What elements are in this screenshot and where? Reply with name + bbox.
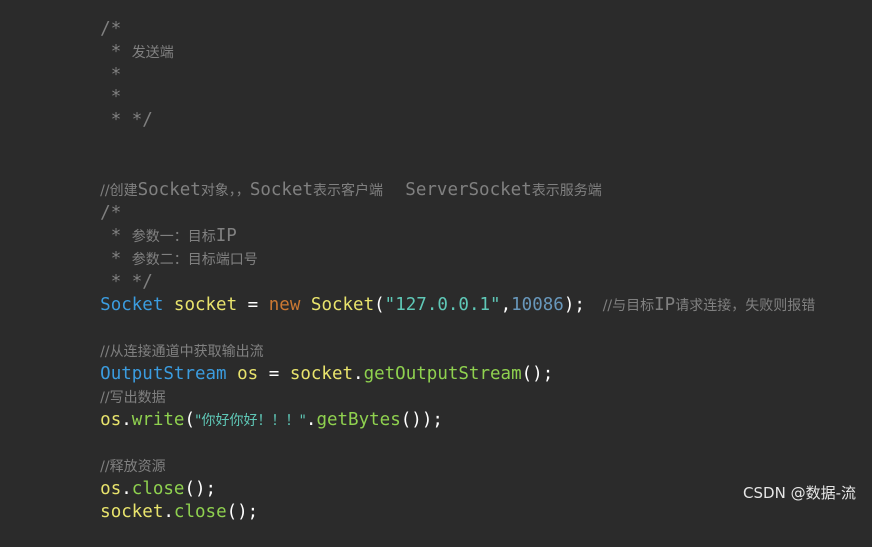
comment-token: Socket: [249, 180, 314, 200]
punctuation-token: (: [374, 295, 385, 315]
punctuation-token: (: [184, 410, 196, 430]
punctuation-token: .: [305, 410, 317, 430]
string-token: "你好你好！！！": [195, 413, 306, 429]
comment-token: IP: [654, 295, 676, 315]
variable-token: os: [100, 410, 122, 430]
code-line: //从连接通道中获取输出流: [58, 317, 263, 360]
variable-token: socket: [163, 295, 238, 315]
comment-token: 表示客户端: [313, 183, 406, 199]
constructor-token: Socket: [310, 295, 375, 315]
code-line: /*: [58, 179, 121, 223]
code-line: * 参数一：目标IP: [58, 202, 237, 246]
watermark: CSDN @数据-流: [743, 484, 856, 502]
variable-token: os: [226, 364, 259, 384]
comment-token: 请求连接，失败则报错: [675, 298, 816, 314]
punctuation-token: ());: [400, 410, 443, 430]
code-line: * */: [58, 86, 153, 130]
punctuation-token: .: [163, 502, 174, 522]
code-line: os.close();: [58, 455, 216, 499]
comment-token: 对象，，: [200, 183, 250, 199]
comment-token: * */: [100, 110, 153, 130]
code-line: //创建Socket对象，，Socket表示客户端 ServerSocket表示…: [58, 156, 602, 200]
code-line: *: [58, 63, 122, 107]
comment-token: //与目标: [584, 298, 655, 314]
punctuation-token: ();: [521, 364, 554, 384]
keyword-token: new: [268, 295, 301, 315]
method-token: getBytes: [316, 410, 401, 430]
string-token: "127.0.0.1": [384, 295, 501, 315]
comment-token: ServerSocket: [405, 180, 532, 200]
code-line: os.write("你好你好！！！".getBytes());: [58, 386, 443, 430]
variable-token: socket: [100, 502, 164, 522]
code-line: //释放资源: [58, 432, 165, 475]
punctuation-token: .: [121, 410, 132, 430]
code-line: *: [58, 41, 122, 85]
code-line: * */: [58, 248, 153, 292]
method-token: close: [173, 502, 227, 522]
operator-token: =: [258, 364, 290, 384]
code-editor[interactable]: /* * 发送端 * * * */ //创建Socket对象，，Socket表示…: [0, 0, 872, 522]
type-token: Socket: [100, 295, 164, 315]
punctuation-token: ();: [226, 502, 259, 522]
code-line: socket.close();: [58, 478, 258, 522]
comment-token: 发送端: [131, 45, 174, 61]
method-token: write: [131, 410, 185, 430]
number-token: 10086: [511, 295, 564, 315]
code-line: * 参数二：目标端口号: [58, 225, 258, 269]
variable-token: socket: [289, 364, 354, 384]
code-line: OutputStream os = socket.getOutputStream…: [58, 340, 553, 384]
punctuation-token: );: [563, 295, 585, 315]
punctuation-token: ,: [500, 295, 512, 315]
method-token: getOutputStream: [363, 364, 522, 384]
code-line: * 发送端: [58, 18, 174, 62]
code-line: //写出数据: [58, 363, 165, 406]
punctuation-token: .: [353, 364, 364, 384]
comment-token: 表示服务端: [531, 183, 602, 199]
comment-token: Socket: [137, 180, 201, 200]
code-line: /*: [58, 0, 121, 39]
code-line: Socket socket = new Socket("127.0.0.1",1…: [58, 271, 815, 315]
operator-token: =: [237, 295, 269, 315]
